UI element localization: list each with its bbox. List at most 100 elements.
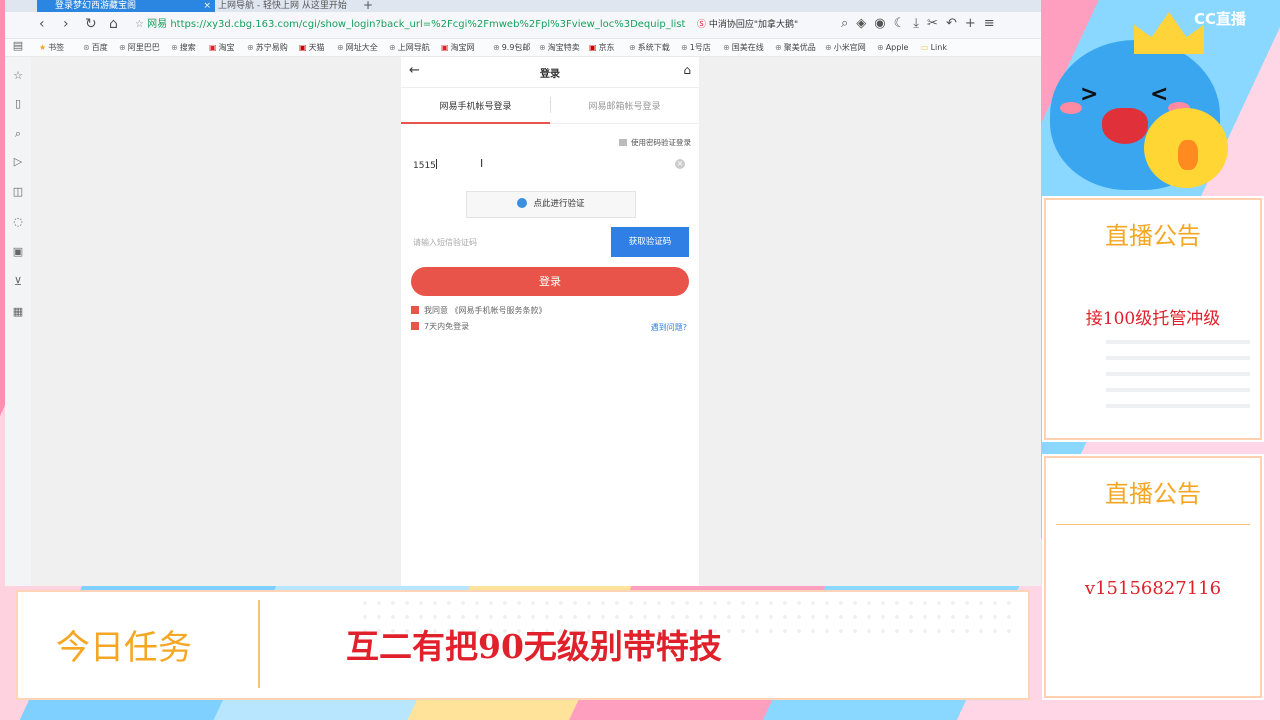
bookmark-item[interactable]: ⊕ 苏宁易购 xyxy=(247,39,288,56)
cart-icon[interactable]: ⊻ xyxy=(11,275,25,289)
download-icon[interactable]: ⤓ xyxy=(913,16,927,31)
verify-button[interactable]: 点此进行验证 xyxy=(466,191,636,218)
clear-input-icon[interactable]: × xyxy=(675,159,685,169)
bookmark-item[interactable]: ▣ 淘宝网 xyxy=(441,39,475,56)
bookmark-item[interactable]: ⊕ 上网导航 xyxy=(389,39,430,56)
back-icon[interactable]: ‹ xyxy=(39,16,45,32)
lock-icon xyxy=(619,139,627,146)
bookmark-item[interactable]: ⊛ 百度 xyxy=(83,39,108,56)
decor-line xyxy=(1106,340,1250,344)
logo-text: CC直播 xyxy=(1194,10,1247,28)
toolbar-icons: ⌕◈◉☾⤓✂↶+≡ xyxy=(841,16,1003,31)
reload-icon[interactable]: ↻ xyxy=(85,16,97,32)
night-mode-icon[interactable]: ☾ xyxy=(894,16,914,31)
bookmark-item[interactable]: ▣ 天猫 xyxy=(299,39,325,56)
remember-checkbox[interactable]: 7天内免登录 xyxy=(411,321,469,332)
tab-label: 上网导航 - 轻快上网 从这里开始 xyxy=(218,1,347,11)
forward-icon[interactable]: › xyxy=(63,16,69,32)
favorites-icon[interactable]: ☆ xyxy=(11,69,25,83)
new-tab-button[interactable]: + xyxy=(363,0,373,12)
daily-task-bar: 今日任务 互二有把90无级别带特技 xyxy=(16,590,1030,700)
decor-line xyxy=(1106,404,1250,408)
home-icon[interactable]: ⌂ xyxy=(683,63,691,77)
browser-window: 登录梦幻西游藏宝阁 × 上网导航 - 轻快上网 从这里开始 + ‹ › ↻ ⌂ … xyxy=(5,0,1041,586)
video-icon[interactable]: ▷ xyxy=(11,155,25,169)
search-icon[interactable]: ⌕ xyxy=(841,16,856,31)
bookmarks-bar: ★ 书签 ⊛ 百度 ⊕ 阿里巴巴 ⊕ 搜索 ▣ 淘宝 ⊕ 苏宁易购 ▣ 天猫 ⊕ 网址大全 ⊕ 上… xyxy=(5,39,1041,57)
problem-link[interactable]: 遇到问题? xyxy=(651,322,687,333)
tab-cbg-login[interactable]: 登录梦幻西游藏宝阁 × xyxy=(37,0,215,12)
bookmark-item[interactable]: ⊕ Apple xyxy=(877,39,908,56)
verify-icon xyxy=(517,198,528,208)
decor-line xyxy=(1106,372,1250,376)
task-label: 今日任务 xyxy=(56,628,192,668)
browser-sidebar: ▤ ☆ ▯ ⌕ ▷ ◫ ◌ ▣ ⊻ ▦ xyxy=(5,39,32,586)
search-suggestion-text: 中消协回应"加拿大鹅" xyxy=(708,20,799,30)
password-login-link[interactable]: 使用密码验证登录 xyxy=(619,137,691,148)
bookmark-item[interactable]: ⊕ 聚美优品 xyxy=(775,39,816,56)
note-icon[interactable]: ▦ xyxy=(11,305,25,319)
task-text: 互二有把90无级别带特技 xyxy=(346,627,722,666)
bookmark-item[interactable]: ⊕ 系统下载 xyxy=(629,39,670,56)
book-icon[interactable]: ▯ xyxy=(11,97,25,111)
bookmark-item[interactable]: ▭ Link xyxy=(921,39,947,56)
search-icon[interactable]: ⌕ xyxy=(11,127,25,141)
url-text: https://xy3d.cbg.163.com/cgi/show_login?… xyxy=(170,19,686,30)
notice-body: v15156827116 xyxy=(1084,578,1222,599)
tab-label: 登录梦幻西游藏宝阁 xyxy=(55,1,137,11)
tab-bar: 登录梦幻西游藏宝阁 × 上网导航 - 轻快上网 从这里开始 + xyxy=(5,0,1041,12)
address-bar[interactable]: ☆ 网易 https://xy3d.cbg.163.com/cgi/show_l… xyxy=(135,17,695,33)
login-header: ← 登录 ⌂ xyxy=(401,57,699,88)
search-suggestion[interactable]: Ⓢ 中消协回应"加拿大鹅" xyxy=(697,17,827,33)
chat-icon[interactable]: ◌ xyxy=(11,215,25,229)
game-icon[interactable]: ◈ xyxy=(856,16,874,31)
mascot-eye: < xyxy=(1150,82,1169,107)
terms-link[interactable]: 《网易手机帐号服务条款》 xyxy=(451,306,547,315)
home-icon[interactable]: ⌂ xyxy=(109,16,118,32)
get-code-button[interactable]: 获取验证码 xyxy=(611,227,689,257)
checkbox-checked-icon xyxy=(411,322,419,330)
mascot-cheek xyxy=(1060,102,1082,114)
reader-icon[interactable]: ▤ xyxy=(11,39,25,53)
tab-phone-login[interactable]: 网易手机帐号登录 xyxy=(401,99,550,112)
bookmark-item[interactable]: ⊕ 搜索 xyxy=(171,39,196,56)
agree-terms-checkbox[interactable]: 我同意 《网易手机帐号服务条款》 xyxy=(411,305,547,316)
bookmark-item[interactable]: ★ 书签 xyxy=(39,39,64,56)
bookmark-item[interactable]: ⊕ 阿里巴巴 xyxy=(119,39,160,56)
bookmark-item[interactable]: ▣ 淘宝 xyxy=(209,39,235,56)
checkbox-checked-icon xyxy=(411,306,419,314)
notice-panel-1: 直播公告 接100级托管冲级 xyxy=(1042,196,1264,442)
live-icon[interactable]: ◫ xyxy=(11,185,25,199)
notice-body: 接100级托管冲级 xyxy=(1085,309,1221,329)
bookmark-item[interactable]: ⊕ 网址大全 xyxy=(337,39,378,56)
text-caret xyxy=(435,159,437,169)
notice-title: 直播公告 xyxy=(1105,480,1201,508)
star-icon[interactable]: ☆ xyxy=(135,19,147,30)
bookmark-item[interactable]: ⊕ 9.9包邮 xyxy=(493,39,530,56)
undo-icon[interactable]: ↶ xyxy=(946,16,965,31)
bookmark-item[interactable]: ⊕ 1号店 xyxy=(681,39,711,56)
phone-input[interactable]: 1515 xyxy=(413,159,689,175)
tab-navigation[interactable]: 上网导航 - 轻快上网 从这里开始 xyxy=(200,0,378,12)
password-login-label: 使用密码验证登录 xyxy=(631,138,691,147)
ibeam-cursor-icon: I xyxy=(480,157,484,170)
remember-label: 7天内免登录 xyxy=(424,322,470,331)
bookmark-item[interactable]: ⊕ 小米官网 xyxy=(825,39,866,56)
notice-panel-2: 直播公告 v15156827116 xyxy=(1042,454,1264,700)
box-icon[interactable]: ▣ xyxy=(11,245,25,259)
login-button[interactable]: 登录 xyxy=(411,267,689,296)
verify-label: 点此进行验证 xyxy=(533,199,585,209)
notice-title: 直播公告 xyxy=(1105,222,1201,250)
bookmark-item[interactable]: ⊕ 国美在线 xyxy=(723,39,764,56)
bookmark-item[interactable]: ▣ 京东 xyxy=(589,39,615,56)
extension-icon[interactable]: ◉ xyxy=(874,16,893,31)
scissors-icon[interactable]: ✂ xyxy=(927,16,946,31)
bookmark-item[interactable]: ⊕ 淘宝特卖 xyxy=(539,39,580,56)
login-tabs: 网易手机帐号登录 网易邮箱帐号登录 xyxy=(401,87,699,124)
search-engine-icon: Ⓢ xyxy=(697,20,709,30)
tab-email-login[interactable]: 网易邮箱帐号登录 xyxy=(550,99,699,112)
add-icon[interactable]: + xyxy=(965,16,984,31)
address-toolbar: ‹ › ↻ ⌂ ☆ 网易 https://xy3d.cbg.163.com/cg… xyxy=(5,12,1041,39)
menu-icon[interactable]: ≡ xyxy=(984,16,1003,31)
sms-code-input[interactable]: 请输入短信验证码 xyxy=(413,237,603,251)
